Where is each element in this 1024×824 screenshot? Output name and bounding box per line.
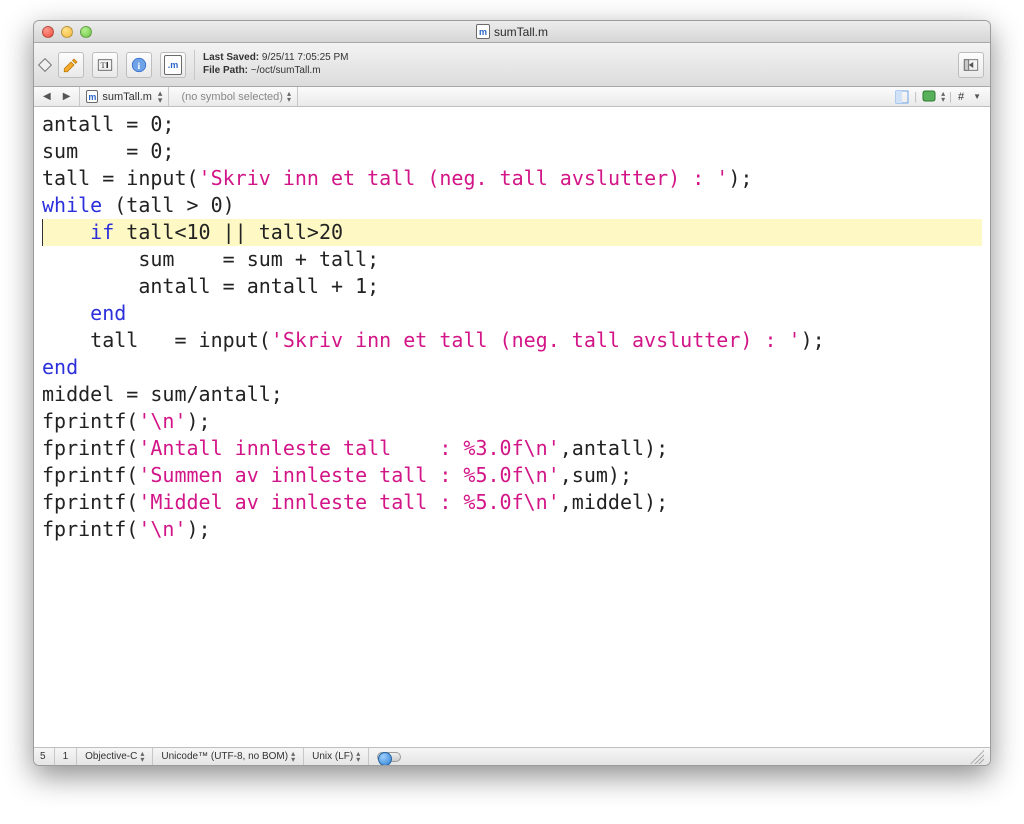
window-controls xyxy=(34,26,92,38)
text-options-button[interactable]: T xyxy=(92,52,118,78)
last-saved-label: Last Saved: xyxy=(203,52,259,63)
file-path-label: File Path: xyxy=(203,65,248,76)
info-button[interactable]: i xyxy=(126,52,152,78)
symbol-selector[interactable]: (no symbol selected) ▴▾ xyxy=(175,87,298,106)
bookmark-icon[interactable] xyxy=(921,89,937,105)
cursor-line[interactable]: 5 xyxy=(40,748,55,765)
separator: | xyxy=(914,91,917,103)
hash-label[interactable]: # xyxy=(956,91,966,103)
file-icon xyxy=(86,90,98,103)
stepper-icon: ▴▾ xyxy=(287,91,291,102)
language-selector[interactable]: Objective-C ▴▾ xyxy=(85,748,153,765)
document-icon xyxy=(476,24,490,39)
edit-button[interactable] xyxy=(58,52,84,78)
svg-text:T: T xyxy=(101,61,106,70)
window-title-text: sumTall.m xyxy=(494,25,548,39)
last-saved-value: 9/25/11 7:05:25 PM xyxy=(262,52,349,63)
resize-handle-icon[interactable] xyxy=(970,750,984,764)
line-endings-selector[interactable]: Unix (LF) ▴▾ xyxy=(312,748,369,765)
nav-back-icon[interactable]: ◀ xyxy=(40,91,54,102)
file-selector[interactable]: sumTall.m ▴▾ xyxy=(79,87,169,106)
dropdown-icon[interactable]: ▼ xyxy=(970,92,984,101)
file-info: Last Saved: 9/25/11 7:05:25 PM File Path… xyxy=(203,52,348,77)
file-path-value: ~/oct/sumTall.m xyxy=(251,65,321,76)
titlebar[interactable]: sumTall.m xyxy=(34,21,990,43)
status-bar: 5 1 Objective-C ▴▾ Unicode™ (UTF-8, no B… xyxy=(34,747,990,765)
counterpart-icon[interactable] xyxy=(894,89,910,105)
toolbar: T i Last Saved: 9/25/11 7:05:25 PM File … xyxy=(34,43,990,87)
document-state-icon[interactable] xyxy=(38,57,52,71)
filetype-icon xyxy=(164,55,182,75)
encoding-selector[interactable]: Unicode™ (UTF-8, no BOM) ▴▾ xyxy=(161,748,304,765)
stepper-icon: ▴▾ xyxy=(158,90,163,103)
stepper-icon: ▴▾ xyxy=(941,91,945,102)
zoom-icon[interactable] xyxy=(80,26,92,38)
window-title: sumTall.m xyxy=(34,24,990,39)
editor-window: sumTall.m T i Last Saved: 9/25/11 7:05:2… xyxy=(33,20,991,766)
cursor-column[interactable]: 1 xyxy=(63,748,78,765)
svg-text:i: i xyxy=(138,60,141,71)
file-selector-label: sumTall.m xyxy=(102,91,152,103)
path-bar: ◀ ▶ sumTall.m ▴▾ (no symbol selected) ▴▾… xyxy=(34,87,990,107)
minimize-icon[interactable] xyxy=(61,26,73,38)
separator: | xyxy=(949,91,952,103)
code-editor[interactable]: antall = 0;sum = 0;tall = input('Skriv i… xyxy=(34,107,990,747)
wrap-toggle[interactable] xyxy=(377,752,401,762)
close-icon[interactable] xyxy=(42,26,54,38)
filetype-button[interactable] xyxy=(160,52,186,78)
sidebar-toggle-button[interactable] xyxy=(958,52,984,78)
nav-forward-icon[interactable]: ▶ xyxy=(60,91,74,102)
toolbar-separator xyxy=(194,50,195,80)
symbol-selector-label: (no symbol selected) xyxy=(181,91,283,103)
